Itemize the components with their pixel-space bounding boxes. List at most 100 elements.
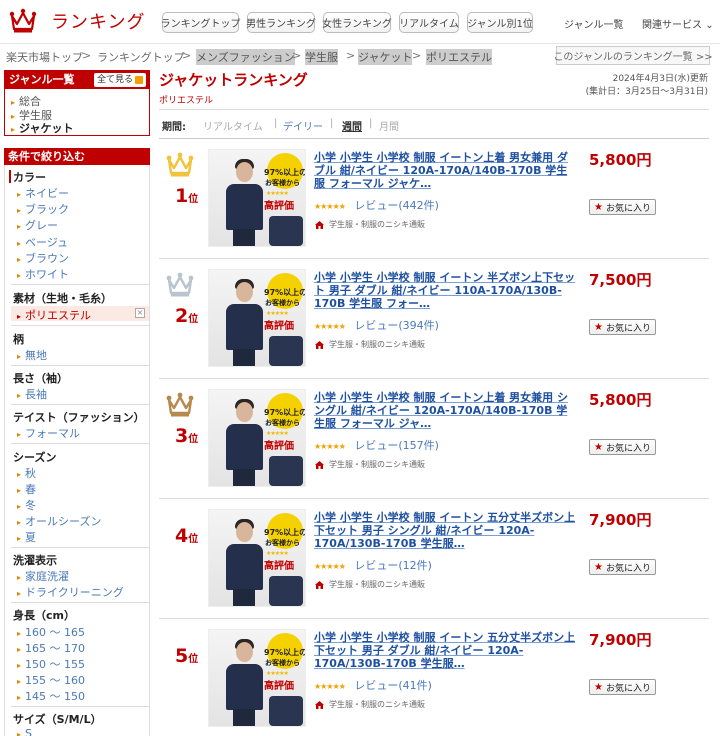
filter-sleeve-long[interactable]: 長袖	[17, 386, 47, 402]
shop-name: 学生服・制服のニシキ通販	[329, 580, 425, 589]
genre-ranking-list-link[interactable]: このジャンルのランキング一覧 >>	[553, 46, 713, 65]
breadcrumb-mens-fashion[interactable]: メンズファッション	[196, 49, 295, 65]
filter-wash-title: 洗濯表示	[13, 554, 57, 567]
period-weekly[interactable]: 週間	[342, 118, 362, 133]
breadcrumb-school-uniform[interactable]: 学生服	[305, 49, 338, 65]
model-head	[236, 402, 253, 422]
divider	[11, 602, 149, 603]
filter-wash-dry[interactable]: ドライクリーニング	[17, 584, 124, 600]
updated-date: 2024年4月3日(水)更新	[612, 74, 708, 84]
nav-genre-first[interactable]: ジャンル別1位	[467, 12, 533, 33]
filter-taste-formal[interactable]: フォーマル	[17, 425, 80, 441]
breadcrumb-polyester: ポリエステル	[426, 49, 492, 65]
nav-ranking-top[interactable]: ランキングトップ	[161, 12, 240, 33]
model-legs	[233, 349, 255, 366]
thumb-text: お客様から	[265, 419, 300, 427]
genre-list-title: ジャンル一覧	[9, 73, 75, 86]
review-count-link[interactable]: レビュー(41件)	[354, 679, 432, 692]
filter-size-s[interactable]: S	[17, 727, 32, 736]
add-favorite-button[interactable]: ★ お気に入り	[589, 559, 656, 575]
add-favorite-button[interactable]: ★ お気に入り	[589, 199, 656, 215]
related-label: 関連サービス	[642, 20, 702, 31]
filter-season-all[interactable]: オールシーズン	[17, 513, 101, 529]
star-rating-icon: ★★★★★	[314, 322, 346, 331]
divider	[11, 284, 149, 285]
product-title-link[interactable]: 小学 小学生 小学校 制服 イートン 半ズボン上下セット 男子 ダブル 紺/ネイ…	[314, 271, 576, 310]
review-count-link[interactable]: レビュー(157件)	[354, 439, 439, 452]
thumb-high-rating: 高評価	[264, 321, 294, 332]
rank-badge: 3位	[165, 391, 198, 447]
add-favorite-button[interactable]: ★ お気に入り	[589, 679, 656, 695]
product-image[interactable]: 97%以上の お客様から ★★★★★ 高評価	[208, 629, 306, 727]
shop-link[interactable]: 学生服・制服のニシキ通販	[314, 459, 425, 470]
period-daily[interactable]: デイリー	[283, 118, 323, 133]
breadcrumb-rakuten-top[interactable]: 楽天市場トップ	[6, 49, 83, 65]
product-rating: ★★★★★ レビュー(442件)	[314, 197, 439, 213]
product-title-link[interactable]: 小学 小学生 小学校 制服 イートン上着 男女兼用 シングル 紺/ネイビー 12…	[314, 391, 576, 430]
shop-link[interactable]: 学生服・制服のニシキ通販	[314, 339, 425, 350]
nav-mens-ranking[interactable]: 男性ランキング	[246, 12, 316, 33]
nav-genre-list[interactable]: ジャンル一覧	[564, 16, 624, 31]
review-count-link[interactable]: レビュー(12件)	[354, 559, 432, 572]
product-title: 小学 小学生 小学校 制服 イートン 五分丈半ズボン上下セット 男子 シングル …	[314, 511, 576, 550]
divider	[11, 365, 149, 366]
filter-season-spring[interactable]: 春	[17, 481, 36, 497]
product-title: 小学 小学生 小学校 制服 イートン上着 男女兼用 ダブル 紺/ネイビー 120…	[314, 151, 568, 190]
period-realtime[interactable]: リアルタイム	[203, 118, 263, 133]
filter-color-navy[interactable]: ネイビー	[17, 185, 69, 201]
filter-season-winter[interactable]: 冬	[17, 497, 36, 513]
filter-height-155-160[interactable]: 155 ～ 160	[17, 672, 85, 688]
filter-color-black[interactable]: ブラック	[17, 201, 69, 217]
genre-list-box: ジャンル一覧 全て見る 総合 学生服 ジャケット	[4, 70, 150, 136]
ranking-logo[interactable]: ランキング	[9, 8, 145, 34]
nav-womens-ranking[interactable]: 女性ランキング	[322, 12, 392, 33]
favorite-label: お気に入り	[605, 443, 651, 454]
breadcrumb-jacket[interactable]: ジャケット	[358, 49, 413, 65]
filter-color-brown[interactable]: ブラウン	[17, 250, 69, 266]
product-image[interactable]: 97%以上の お客様から ★★★★★ 高評価	[208, 149, 306, 247]
filter-season-summer[interactable]: 夏	[17, 529, 36, 545]
breadcrumb-ranking-top[interactable]: ランキングトップ	[97, 49, 185, 65]
filter-color-title: カラー	[13, 171, 46, 184]
filter-height-160-165[interactable]: 160 ～ 165	[17, 624, 85, 640]
review-count-link[interactable]: レビュー(442件)	[354, 199, 439, 212]
filter-color-gray[interactable]: グレー	[17, 217, 58, 233]
nav-realtime[interactable]: リアルタイム	[399, 12, 459, 33]
filter-color-beige[interactable]: ベージュ	[17, 234, 68, 250]
thumb-high-rating: 高評価	[264, 201, 294, 212]
thumb-high-rating: 高評価	[264, 441, 294, 452]
filter-height-145-150[interactable]: 145 ～ 150	[17, 688, 85, 704]
flat-jacket	[269, 336, 303, 366]
shop-link[interactable]: 学生服・制服のニシキ通販	[314, 579, 425, 590]
filter-wash-home[interactable]: 家庭洗濯	[17, 568, 69, 584]
add-favorite-button[interactable]: ★ お気に入り	[589, 439, 656, 455]
shop-link[interactable]: 学生服・制服のニシキ通販	[314, 219, 425, 230]
divider	[11, 706, 149, 707]
product-title-link[interactable]: 小学 小学生 小学校 制服 イートン上着 男女兼用 ダブル 紺/ネイビー 120…	[314, 151, 576, 190]
period-monthly[interactable]: 月間	[379, 118, 399, 133]
product-image[interactable]: 97%以上の お客様から ★★★★★ 高評価	[208, 509, 306, 607]
favorite-label: お気に入り	[605, 323, 651, 334]
thumb-text: お客様から	[265, 659, 300, 667]
product-title-link[interactable]: 小学 小学生 小学校 制服 イートン 五分丈半ズボン上下セット 男子 ダブル 紺…	[314, 631, 576, 670]
filter-season-autumn[interactable]: 秋	[17, 465, 36, 481]
divider	[11, 547, 149, 548]
shop-link[interactable]: 学生服・制服のニシキ通販	[314, 699, 425, 710]
product-image[interactable]: 97%以上の お客様から ★★★★★ 高評価	[208, 269, 306, 367]
review-count-link[interactable]: レビュー(394件)	[354, 319, 439, 332]
product-image[interactable]: 97%以上の お客様から ★★★★★ 高評価	[208, 389, 306, 487]
rank-badge: 2位	[165, 271, 198, 327]
filter-color-white[interactable]: ホワイト	[17, 266, 69, 282]
product-price: 7,900円	[589, 631, 652, 649]
product-rating: ★★★★★ レビュー(12件)	[314, 557, 432, 573]
show-all-button[interactable]: 全て見る	[93, 73, 146, 87]
filter-pattern-plain[interactable]: 無地	[17, 347, 47, 363]
flat-jacket	[269, 216, 303, 246]
thumb-text: お客様から	[265, 179, 300, 187]
product-title-link[interactable]: 小学 小学生 小学校 制服 イートン 五分丈半ズボン上下セット 男子 シングル …	[314, 511, 576, 550]
nav-related-services[interactable]: 関連サービス ⌄	[642, 16, 714, 31]
clear-filter-icon[interactable]: ×	[135, 308, 145, 318]
filter-height-150-155[interactable]: 150 ～ 155	[17, 656, 85, 672]
filter-height-165-170[interactable]: 165 ～ 170	[17, 640, 85, 656]
add-favorite-button[interactable]: ★ お気に入り	[589, 319, 656, 335]
